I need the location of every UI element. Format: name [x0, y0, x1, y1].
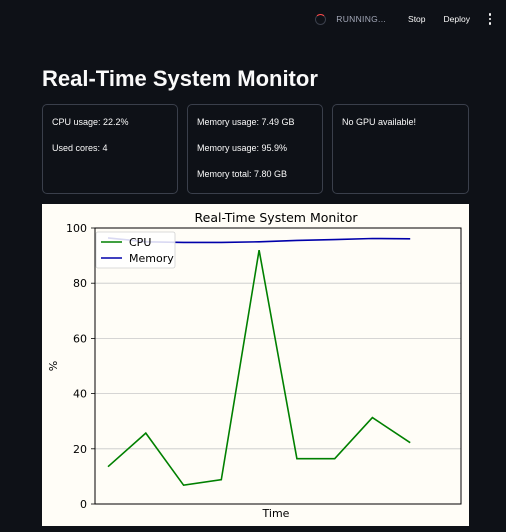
cpu-series-line — [107, 249, 411, 487]
y-axis-ticks: 0 20 40 60 80 100 — [66, 222, 95, 511]
y-tick-label: 100 — [66, 222, 87, 235]
y-tick-label: 60 — [73, 332, 87, 345]
y-tick-label: 40 — [73, 388, 87, 401]
cpu-usage-text: CPU usage: 22.2% — [52, 117, 129, 127]
gpu-metrics-card: No GPU available! — [332, 104, 469, 194]
x-axis-label: Time — [262, 507, 290, 520]
y-axis-label: % — [47, 361, 60, 371]
spinner-icon — [315, 13, 327, 25]
used-cores-text: Used cores: 4 — [52, 143, 108, 153]
memory-usage-pct-text: Memory usage: 95.9% — [197, 143, 288, 153]
vertical-ellipsis-icon[interactable] — [484, 13, 496, 25]
legend-label-memory: Memory — [129, 252, 174, 265]
memory-total-text: Memory total: 7.80 GB — [197, 169, 288, 179]
legend-label-cpu: CPU — [129, 236, 151, 249]
chart-legend: CPU Memory — [95, 231, 176, 269]
chart-series — [107, 237, 411, 487]
deploy-button[interactable]: Deploy — [438, 14, 476, 24]
chart-title: Real-Time System Monitor — [195, 210, 359, 225]
memory-metrics-card: Memory usage: 7.49 GB Memory usage: 95.9… — [187, 104, 323, 194]
chart-grid — [95, 227, 461, 505]
y-tick-label: 20 — [73, 443, 87, 456]
y-tick-label: 80 — [73, 277, 87, 290]
gpu-status-text: No GPU available! — [342, 117, 417, 127]
toolbar: RUNNING... Stop Deploy — [0, 0, 506, 38]
system-monitor-chart: Real-Time System Monitor 0 20 40 60 80 100 Ti… — [42, 204, 469, 526]
cpu-metrics-card: CPU usage: 22.2% Used cores: 4 — [42, 104, 178, 194]
chart-svg: Real-Time System Monitor 0 20 40 60 80 100 Ti… — [47, 210, 462, 520]
page-title: Real-Time System Monitor — [42, 66, 318, 91]
y-tick-label: 0 — [80, 498, 87, 511]
running-status: RUNNING... — [315, 13, 387, 25]
plot-frame — [94, 227, 462, 505]
status-label: RUNNING... — [336, 14, 387, 24]
memory-usage-gb-text: Memory usage: 7.49 GB — [197, 117, 295, 127]
stop-button[interactable]: Stop — [402, 14, 432, 24]
